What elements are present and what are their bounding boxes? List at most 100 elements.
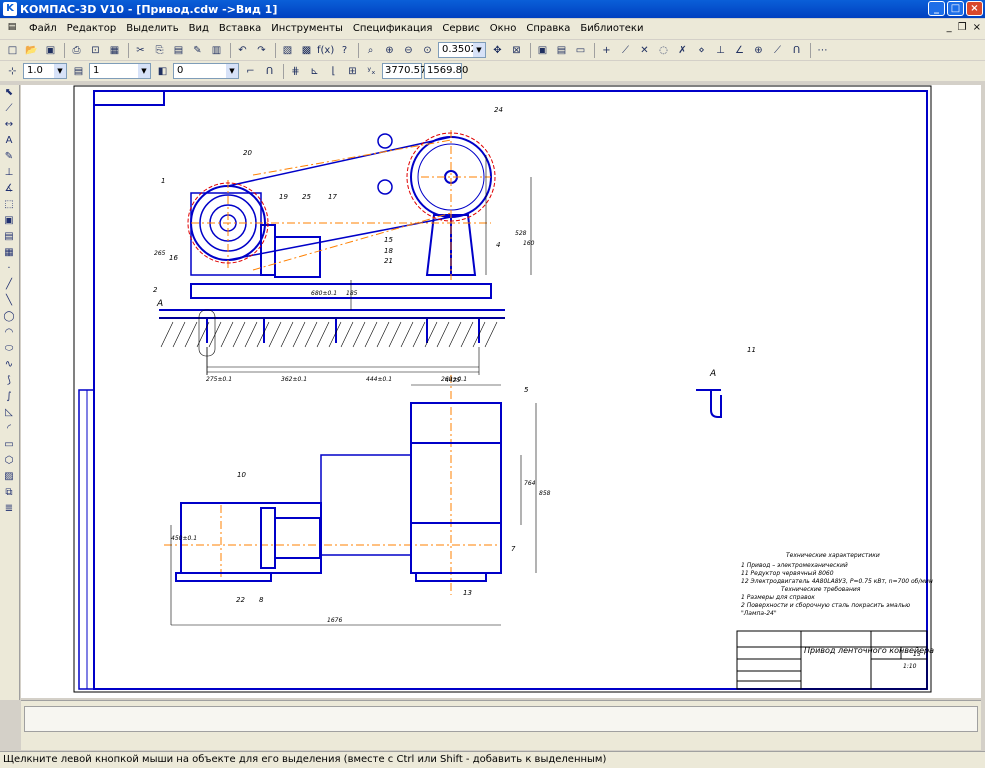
menu-specification[interactable]: Спецификация xyxy=(348,19,438,39)
print-icon[interactable]: ⎙ xyxy=(68,42,85,59)
chevron-down-icon[interactable]: ▼ xyxy=(226,64,238,78)
orthogonal-icon[interactable]: ⌊ xyxy=(325,63,342,80)
document-icon[interactable]: ▤ xyxy=(4,22,20,36)
library-manager-icon[interactable]: ▥ xyxy=(208,42,225,59)
coord-y-field[interactable]: 1569.80 xyxy=(424,63,468,79)
chevron-down-icon[interactable]: ▼ xyxy=(473,43,485,57)
ortho-mode-icon[interactable]: ⌐ xyxy=(242,63,259,80)
menu-service[interactable]: Сервис xyxy=(437,19,484,39)
menu-edit[interactable]: Редактор xyxy=(62,19,122,39)
snap-middle-icon[interactable]: ⋄ xyxy=(693,42,710,59)
circle-icon[interactable]: ◯ xyxy=(0,309,18,325)
snap-magnet-icon[interactable]: Ո xyxy=(788,42,805,59)
geometry-icon[interactable]: ⟋ xyxy=(0,101,18,117)
snap-tangent-icon[interactable]: ⟋ xyxy=(769,42,786,59)
menu-select[interactable]: Выделить xyxy=(121,19,183,39)
fillet-icon[interactable]: ◜ xyxy=(0,421,18,437)
mdi-restore-icon[interactable]: ❐ xyxy=(958,22,967,33)
zoom-out-icon[interactable]: ⊖ xyxy=(400,42,417,59)
menu-insert[interactable]: Вставка xyxy=(214,19,266,39)
bezier-icon[interactable]: ∫ xyxy=(0,389,18,405)
help-pointer-icon[interactable]: ? xyxy=(336,42,353,59)
hatch-icon[interactable]: ▨ xyxy=(0,469,18,485)
zoom-in-icon[interactable]: ⊕ xyxy=(381,42,398,59)
zoom-window-icon[interactable]: ⌕ xyxy=(362,42,379,59)
cursor-step-icon[interactable]: ⊹ xyxy=(4,63,21,80)
menu-help[interactable]: Справка xyxy=(521,19,575,39)
layer-display-icon[interactable]: ▭ xyxy=(572,42,589,59)
grid-icon[interactable]: ⋕ xyxy=(287,63,304,80)
menu-view[interactable]: Вид xyxy=(184,19,214,39)
zoom-combo[interactable]: 0.3502 ▼ xyxy=(438,42,486,58)
zoom-scale-icon[interactable]: ⊙ xyxy=(419,42,436,59)
snap-mode-icon[interactable]: Ո xyxy=(261,63,278,80)
parametrize-icon[interactable]: ⊥ xyxy=(0,165,18,181)
paste-icon[interactable]: ▤ xyxy=(170,42,187,59)
contour-icon[interactable]: ⧉ xyxy=(0,485,18,501)
snap-intersection-icon[interactable]: ✕ xyxy=(636,42,653,59)
coordinates-icon[interactable]: ʸₓ xyxy=(363,63,380,80)
regenerate-icon[interactable]: ▣ xyxy=(534,42,551,59)
round-icon[interactable]: ⊞ xyxy=(344,63,361,80)
menu-libraries[interactable]: Библиотеки xyxy=(575,19,648,39)
snap-settings-icon[interactable]: ⋯ xyxy=(814,42,831,59)
chamfer-icon[interactable]: ◺ xyxy=(0,405,18,421)
ellipse-icon[interactable]: ⬭ xyxy=(0,341,18,357)
snap-angle-icon[interactable]: ∠ xyxy=(731,42,748,59)
snap-point-icon[interactable]: + xyxy=(598,42,615,59)
dimensions-icon[interactable]: ↔ xyxy=(0,117,18,133)
arc-icon[interactable]: ◠ xyxy=(0,325,18,341)
spec-icon[interactable]: ▤ xyxy=(0,229,18,245)
menu-window[interactable]: Окно xyxy=(485,19,522,39)
new-file-icon[interactable]: □ xyxy=(4,42,21,59)
minimize-button[interactable]: _ xyxy=(928,1,945,16)
mdi-close-icon[interactable]: × xyxy=(973,22,981,33)
snap-line-icon[interactable]: ⟋ xyxy=(617,42,634,59)
menu-tools[interactable]: Инструменты xyxy=(266,19,348,39)
polyline-icon[interactable]: ⟆ xyxy=(0,373,18,389)
undo-icon[interactable]: ↶ xyxy=(234,42,251,59)
symbols-icon[interactable]: A xyxy=(0,133,18,149)
reports-icon[interactable]: ▦ xyxy=(0,245,18,261)
show-all-icon[interactable]: ⊠ xyxy=(508,42,525,59)
snap-circle-icon[interactable]: ◌ xyxy=(655,42,672,59)
copy-icon[interactable]: ⎘ xyxy=(151,42,168,59)
select-arrow-icon[interactable]: ⬉ xyxy=(0,85,18,101)
document-manager-icon[interactable]: ▧ xyxy=(279,42,296,59)
cut-icon[interactable]: ✂ xyxy=(132,42,149,59)
layer-combo[interactable]: 1 ▼ xyxy=(89,63,151,79)
local-cs-icon[interactable]: ⊾ xyxy=(306,63,323,80)
aux-line-icon[interactable]: ╱ xyxy=(0,277,18,293)
properties-icon[interactable]: ▦ xyxy=(106,42,123,59)
redo-icon[interactable]: ↷ xyxy=(253,42,270,59)
format-painter-icon[interactable]: ✎ xyxy=(189,42,206,59)
snap-nearest-icon[interactable]: ✗ xyxy=(674,42,691,59)
spline-icon[interactable]: ∿ xyxy=(0,357,18,373)
style-state-icon[interactable]: ◧ xyxy=(154,63,171,80)
open-file-icon[interactable]: 📂 xyxy=(23,42,40,59)
drawing-sheet[interactable]: Технические характеристики 1 Привод – эл… xyxy=(21,85,981,698)
save-icon[interactable]: ▣ xyxy=(42,42,59,59)
chevron-down-icon[interactable]: ▼ xyxy=(54,64,66,78)
edit-icon[interactable]: ✎ xyxy=(0,149,18,165)
maximize-button[interactable]: □ xyxy=(947,1,964,16)
print-preview-icon[interactable]: ⊡ xyxy=(87,42,104,59)
point-icon[interactable]: · xyxy=(0,261,18,277)
snap-center-icon[interactable]: ⊕ xyxy=(750,42,767,59)
step-combo[interactable]: 1.0 ▼ xyxy=(23,63,67,79)
variables-icon[interactable]: ▩ xyxy=(298,42,315,59)
snap-normal-icon[interactable]: ⊥ xyxy=(712,42,729,59)
layer-state-icon[interactable]: ▤ xyxy=(70,63,87,80)
rectangle-icon[interactable]: ▭ xyxy=(0,437,18,453)
style-combo[interactable]: 0 ▼ xyxy=(173,63,239,79)
function-icon[interactable]: f(x) xyxy=(317,42,334,59)
pan-icon[interactable]: ✥ xyxy=(489,42,506,59)
drawing-workspace[interactable]: Технические характеристики 1 Привод – эл… xyxy=(21,85,981,698)
segment-icon[interactable]: ╲ xyxy=(0,293,18,309)
mdi-minimize-icon[interactable]: _ xyxy=(947,22,952,33)
close-button[interactable]: × xyxy=(966,1,983,16)
coord-x-field[interactable]: 3770.57 xyxy=(382,63,426,79)
equidistant-icon[interactable]: ≣ xyxy=(0,501,18,517)
measure-icon[interactable]: ∡ xyxy=(0,181,18,197)
selection-icon[interactable]: ⬚ xyxy=(0,197,18,213)
